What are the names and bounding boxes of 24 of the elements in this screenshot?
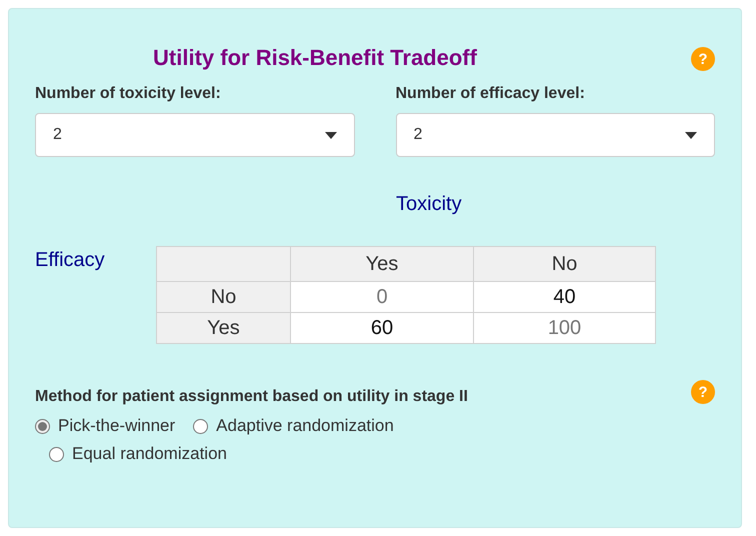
method-label: Method for patient assignment based on utility in stage II	[35, 388, 468, 406]
utility-cell: 0	[290, 282, 474, 312]
level-select[interactable]: 2	[35, 113, 354, 157]
radio-icon[interactable]	[35, 418, 50, 434]
row-heading: Efficacy	[35, 249, 106, 273]
level-select[interactable]: 2	[396, 113, 715, 157]
radio-option[interactable]: Pick-the-winner	[35, 416, 176, 436]
utility-cell: 100	[474, 312, 656, 344]
radio-option[interactable]: Adaptive randomization	[193, 416, 394, 436]
row-header: Yes	[156, 312, 290, 344]
select-label: Number of toxicity level:	[35, 85, 221, 103]
radio-icon[interactable]	[193, 418, 208, 434]
caret-icon	[324, 132, 336, 138]
panel-title: Utility for Risk-Benefit Tradeoff	[152, 45, 478, 71]
utility-cell[interactable]: 60	[290, 312, 474, 344]
column-header: Yes	[290, 246, 474, 282]
radio-option[interactable]: Equal randomization	[49, 444, 227, 464]
caret-icon	[685, 132, 697, 138]
select-label: Number of efficacy level:	[396, 85, 585, 103]
utility-cell[interactable]: 40	[474, 282, 656, 312]
row-header: No	[156, 282, 290, 312]
column-heading: Toxicity	[396, 193, 462, 216]
radio-icon[interactable]	[49, 446, 64, 462]
column-header: No	[474, 246, 656, 282]
